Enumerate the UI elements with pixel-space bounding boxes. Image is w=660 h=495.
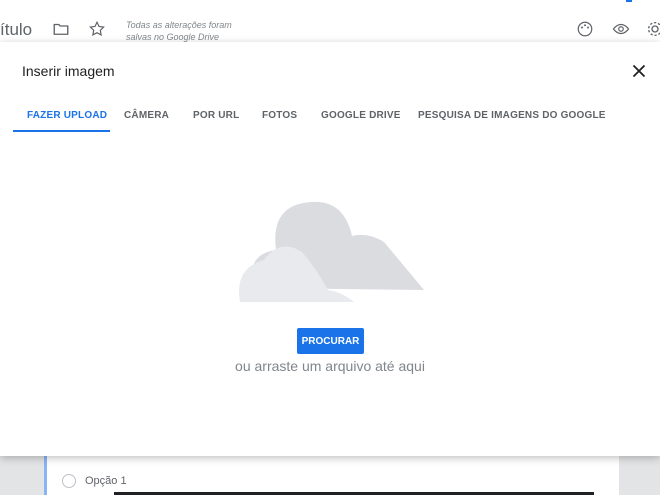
active-tab-indicator bbox=[13, 130, 110, 132]
save-status: Todas as alterações foram salvas no Goog… bbox=[126, 20, 232, 42]
dialog-title: Inserir imagem bbox=[22, 63, 115, 79]
settings-gear-icon[interactable] bbox=[646, 20, 660, 40]
folder-icon[interactable] bbox=[52, 20, 72, 40]
option-label: Opção 1 bbox=[85, 475, 127, 487]
question-card bbox=[44, 455, 619, 495]
palette-icon[interactable] bbox=[576, 20, 596, 40]
drop-zone-hint: ou arraste um arquivo até aqui bbox=[235, 358, 425, 374]
browse-button[interactable]: PROCURAR bbox=[297, 328, 364, 354]
top-app-bar: ítulo Todas as alterações foram salvas n… bbox=[0, 0, 660, 45]
preview-eye-icon[interactable] bbox=[611, 20, 631, 40]
tab-photos[interactable]: FOTOS bbox=[262, 110, 297, 121]
star-icon[interactable] bbox=[88, 20, 108, 40]
option-radio[interactable] bbox=[62, 474, 76, 488]
cloud-upload-illustration bbox=[239, 201, 424, 302]
tab-camera[interactable]: CÂMERA bbox=[124, 110, 169, 121]
tab-url[interactable]: POR URL bbox=[193, 110, 239, 121]
tab-google-image-search[interactable]: PESQUISA DE IMAGENS DO GOOGLE bbox=[418, 110, 606, 121]
form-title[interactable]: ítulo bbox=[0, 20, 32, 40]
tab-upload[interactable]: FAZER UPLOAD bbox=[27, 110, 107, 121]
tab-google-drive[interactable]: GOOGLE DRIVE bbox=[321, 110, 401, 121]
close-icon[interactable] bbox=[628, 60, 650, 82]
accent-line bbox=[626, 0, 632, 2]
insert-image-dialog: Inserir imagem FAZER UPLOAD CÂMERA POR U… bbox=[0, 42, 660, 456]
tab-bar: FAZER UPLOAD CÂMERA POR URL FOTOS GOOGLE… bbox=[0, 98, 660, 132]
